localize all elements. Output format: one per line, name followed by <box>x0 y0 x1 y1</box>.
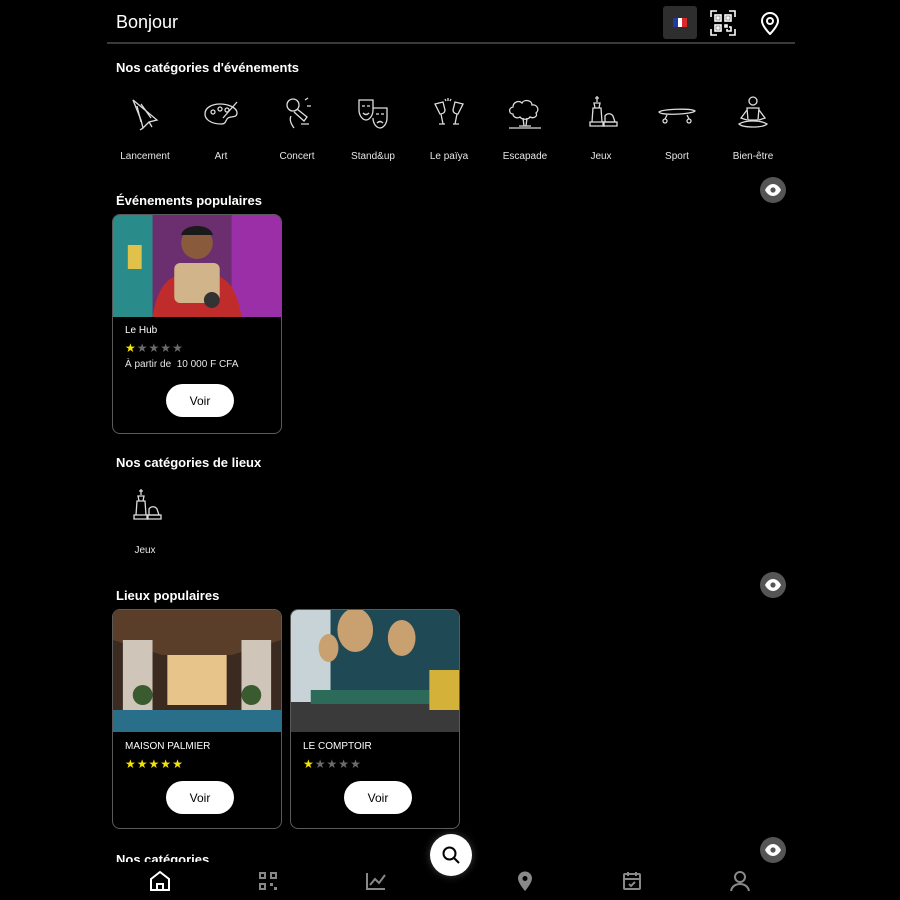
chess-icon <box>133 489 162 520</box>
stats-icon <box>366 873 386 890</box>
meditation-icon <box>737 96 769 128</box>
visibility-toggle[interactable] <box>760 572 786 598</box>
place-category-jeux[interactable]: Jeux <box>107 483 183 556</box>
home-icon <box>150 870 170 891</box>
nav-stats[interactable] <box>363 868 389 894</box>
place-card[interactable]: LE COMPTOIR ★ ★ ★ ★ ★ Voir <box>290 609 460 829</box>
star-icon: ★ <box>172 757 183 771</box>
nav-calendar[interactable] <box>619 868 645 894</box>
star-icon: ★ <box>136 757 148 771</box>
eye-icon <box>765 184 781 196</box>
popular-events-title: Événements populaires <box>116 193 262 208</box>
category-sport[interactable]: Sport <box>639 88 715 162</box>
star-icon: ★ <box>326 757 338 771</box>
category-lancement[interactable]: Lancement <box>107 88 183 162</box>
visibility-toggle[interactable] <box>760 177 786 203</box>
calendar-icon <box>623 872 641 890</box>
nav-home[interactable] <box>147 868 173 894</box>
category-label: Art <box>214 151 228 162</box>
language-button[interactable] <box>663 6 697 39</box>
category-art[interactable]: Art <box>183 88 259 162</box>
star-icon: ★ <box>338 757 350 771</box>
palette-icon <box>204 101 238 125</box>
category-concert[interactable]: Concert <box>259 88 335 162</box>
price-value: 10 000 F CFA <box>176 359 239 370</box>
rating-stars: ★ ★ ★ ★ ★ <box>125 342 183 354</box>
star-icon: ★ <box>303 757 314 771</box>
nav-profile[interactable] <box>727 868 753 894</box>
category-label: Lancement <box>120 151 170 162</box>
location-pin-icon <box>760 11 780 35</box>
star-icon: ★ <box>172 341 183 355</box>
star-icon: ★ <box>314 757 326 771</box>
star-icon: ★ <box>350 757 361 771</box>
french-flag-icon <box>673 18 688 27</box>
chess-icon <box>589 96 618 127</box>
star-icon: ★ <box>148 341 160 355</box>
qr-icon <box>259 872 277 890</box>
greeting-text: Bonjour <box>116 12 179 32</box>
event-photo <box>113 215 281 317</box>
eye-icon <box>765 579 781 591</box>
skateboard-icon <box>658 108 696 124</box>
category-label: Escapade <box>502 151 548 162</box>
place-name: LE COMPTOIR <box>303 741 372 752</box>
location-button[interactable] <box>753 6 787 39</box>
qr-icon <box>710 9 736 36</box>
star-icon: ★ <box>125 341 136 355</box>
nav-qr[interactable] <box>255 868 281 894</box>
theater-masks-icon <box>358 99 388 129</box>
star-icon: ★ <box>125 757 136 771</box>
star-icon: ★ <box>160 341 172 355</box>
cheers-glasses-icon <box>434 98 464 125</box>
category-label: Sport <box>665 151 689 162</box>
star-icon: ★ <box>136 341 148 355</box>
category-escapade[interactable]: Escapade <box>487 88 563 162</box>
star-icon: ★ <box>148 757 160 771</box>
category-label: Concert <box>279 151 315 162</box>
eye-icon <box>765 844 781 856</box>
event-categories-row: Lancement Art Concert Stand&up Le païya … <box>107 88 795 168</box>
place-photo <box>113 610 281 732</box>
view-button[interactable]: Voir <box>166 781 234 814</box>
place-photo <box>291 610 459 732</box>
event-card[interactable]: Le Hub ★ ★ ★ ★ ★ À partir de 10 000 F CFA Vo… <box>112 214 282 434</box>
rocket-icon <box>132 99 159 131</box>
place-categories-title: Nos catégories de lieux <box>116 455 262 470</box>
category-jeux[interactable]: Jeux <box>563 88 639 162</box>
category-le-paiya[interactable]: Le païya <box>411 88 487 162</box>
category-bien-etre[interactable]: Bien-être <box>715 88 791 162</box>
visibility-toggle[interactable] <box>760 837 786 863</box>
popular-places-title: Lieux populaires <box>116 588 220 603</box>
qr-scan-button[interactable] <box>706 6 740 39</box>
microphone-icon <box>286 97 311 129</box>
category-label: Jeux <box>590 151 612 162</box>
place-card[interactable]: MAISON PALMIER ★ ★ ★ ★ ★ Voir <box>112 609 282 829</box>
price-prefix: À partir de <box>125 359 172 370</box>
category-standup[interactable]: Stand&up <box>335 88 411 162</box>
category-label: Stand&up <box>351 151 395 162</box>
profile-icon <box>730 871 750 892</box>
rating-stars: ★ ★ ★ ★ ★ <box>303 758 361 770</box>
location-icon <box>518 871 532 891</box>
event-categories-title: Nos catégories d'événements <box>116 60 299 75</box>
nav-location[interactable] <box>512 868 538 894</box>
category-label: Jeux <box>134 545 156 556</box>
view-button[interactable]: Voir <box>166 384 234 417</box>
place-name: MAISON PALMIER <box>125 741 211 752</box>
view-button[interactable]: Voir <box>344 781 412 814</box>
star-icon: ★ <box>160 757 172 771</box>
category-label: Le païya <box>429 151 469 162</box>
app-header: Bonjour <box>107 0 795 44</box>
category-label: Bien-être <box>732 151 774 162</box>
tree-icon <box>508 99 541 129</box>
next-section-title: Nos catégories d'événements <box>116 852 210 862</box>
bottom-navigation <box>107 862 795 900</box>
rating-stars: ★ ★ ★ ★ ★ <box>125 758 183 770</box>
event-price: À partir de 10 000 F CFA <box>125 359 238 370</box>
event-name: Le Hub <box>125 325 158 336</box>
